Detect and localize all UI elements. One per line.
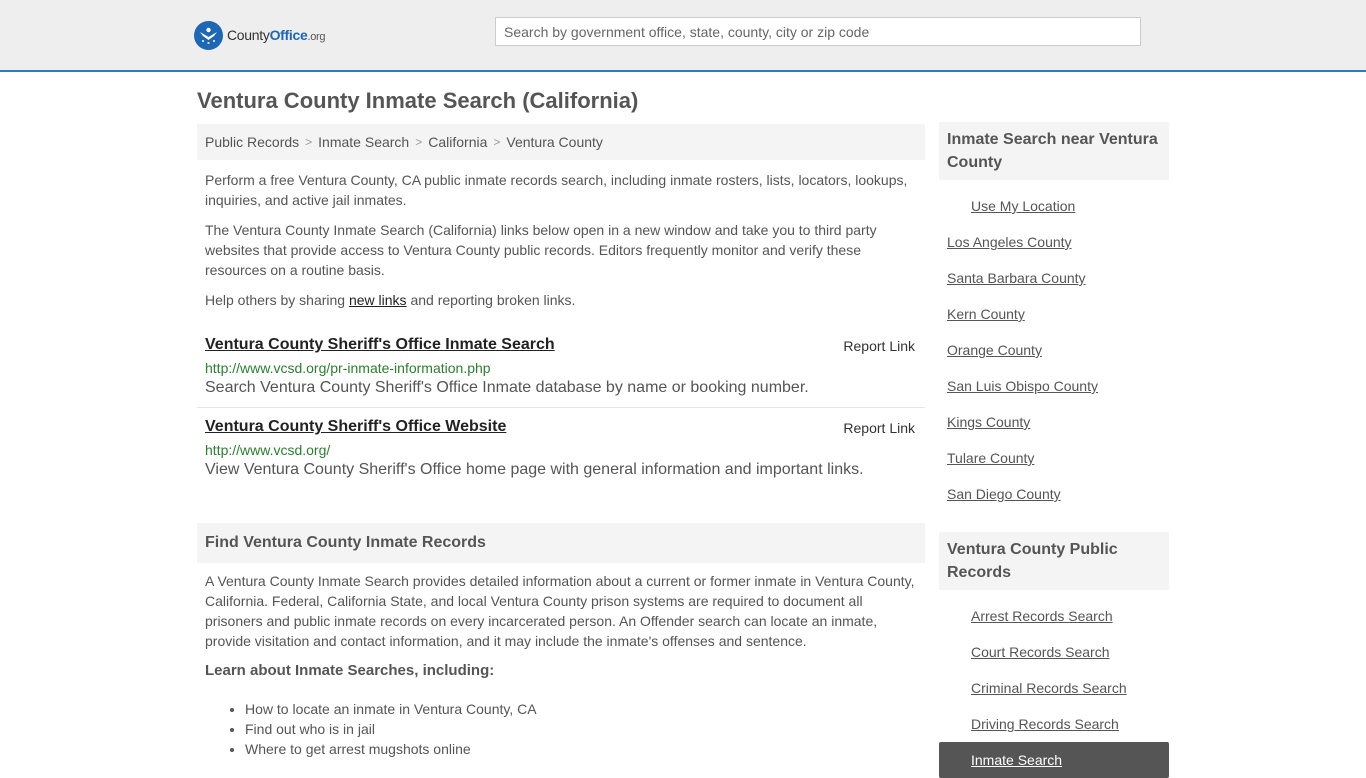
result-description: View Ventura County Sheriff's Office hom… xyxy=(205,461,864,478)
report-link-button[interactable]: Report Link xyxy=(843,338,915,354)
nearby-county-link[interactable]: San Luis Obispo County xyxy=(947,368,1161,404)
intro-text: Perform a free Ventura County, CA public… xyxy=(197,170,925,310)
find-records-heading: Find Ventura County Inmate Records xyxy=(197,523,925,563)
breadcrumb-ventura-county[interactable]: Ventura County xyxy=(506,134,603,150)
list-item: Find out who is in jail xyxy=(245,719,917,739)
seal-star-icon xyxy=(194,20,223,50)
share-text: and reporting broken links. xyxy=(406,292,576,308)
result-title-link[interactable]: Ventura County Sheriff's Office Inmate S… xyxy=(205,336,555,354)
find-records-body: A Ventura County Inmate Search provides … xyxy=(197,571,925,759)
result-title-link[interactable]: Ventura County Sheriff's Office Website xyxy=(205,418,506,436)
result-url: http://www.vcsd.org/ xyxy=(205,442,331,458)
records-link[interactable]: Court Records Search xyxy=(947,634,1161,670)
search-input[interactable] xyxy=(495,17,1141,46)
breadcrumb: Public Records > Inmate Search > Califor… xyxy=(197,124,925,160)
breadcrumb-california[interactable]: California xyxy=(428,134,487,150)
breadcrumb-inmate-search[interactable]: Inmate Search xyxy=(318,134,409,150)
logo-text: CountyOffice.org xyxy=(227,27,326,43)
nearby-list: Use My Location Los Angeles County Santa… xyxy=(939,188,1169,512)
nearby-county-link[interactable]: Los Angeles County xyxy=(947,224,1161,260)
breadcrumb-public-records[interactable]: Public Records xyxy=(205,134,299,150)
learn-list: How to locate an inmate in Ventura Count… xyxy=(205,699,917,759)
learn-heading: Learn about Inmate Searches, including: xyxy=(205,662,495,679)
report-link-button[interactable]: Report Link xyxy=(843,420,915,436)
nearby-county-link[interactable]: Kings County xyxy=(947,404,1161,440)
find-records-paragraph: A Ventura County Inmate Search provides … xyxy=(205,573,915,649)
result-item: Ventura County Sheriff's Office Inmate S… xyxy=(197,326,925,407)
nearby-county-link[interactable]: Kern County xyxy=(947,296,1161,332)
nearby-county-link[interactable]: Tulare County xyxy=(947,440,1161,476)
result-item: Ventura County Sheriff's Office Website … xyxy=(197,407,925,489)
nearby-heading: Inmate Search near Ventura County xyxy=(939,122,1169,180)
nearby-county-link[interactable]: Orange County xyxy=(947,332,1161,368)
page-title: Ventura County Inmate Search (California… xyxy=(197,88,639,113)
list-item: Where to get arrest mugshots online xyxy=(245,739,917,759)
public-records-list: Arrest Records Search Court Records Sear… xyxy=(939,598,1169,742)
use-my-location-link[interactable]: Use My Location xyxy=(947,188,1161,224)
inmate-search-active-link[interactable]: Inmate Search xyxy=(939,742,1169,778)
nearby-county-link[interactable]: Santa Barbara County xyxy=(947,260,1161,296)
nearby-county-link[interactable]: San Diego County xyxy=(947,476,1161,512)
breadcrumb-separator-icon: > xyxy=(493,135,501,149)
breadcrumb-separator-icon: > xyxy=(305,135,313,149)
site-logo[interactable]: CountyOffice.org xyxy=(194,20,326,50)
records-link[interactable]: Driving Records Search xyxy=(947,706,1161,742)
sidebar: Inmate Search near Ventura County Use My… xyxy=(939,122,1169,778)
result-description: Search Ventura County Sheriff's Office I… xyxy=(205,379,809,396)
records-link[interactable]: Arrest Records Search xyxy=(947,598,1161,634)
list-item: How to locate an inmate in Ventura Count… xyxy=(245,699,917,719)
intro-paragraph: Perform a free Ventura County, CA public… xyxy=(205,172,908,208)
breadcrumb-separator-icon: > xyxy=(415,135,423,149)
share-paragraph: Help others by sharing new links and rep… xyxy=(205,290,917,310)
main-content: Public Records > Inmate Search > Califor… xyxy=(197,124,925,759)
intro-paragraph: The Ventura County Inmate Search (Califo… xyxy=(205,222,877,278)
result-url: http://www.vcsd.org/pr-inmate-informatio… xyxy=(205,360,491,376)
records-link[interactable]: Criminal Records Search xyxy=(947,670,1161,706)
share-text: Help others by sharing xyxy=(205,292,349,308)
public-records-heading: Ventura County Public Records xyxy=(939,532,1169,590)
top-bar: CountyOffice.org xyxy=(0,0,1366,72)
new-links-link[interactable]: new links xyxy=(349,292,407,308)
